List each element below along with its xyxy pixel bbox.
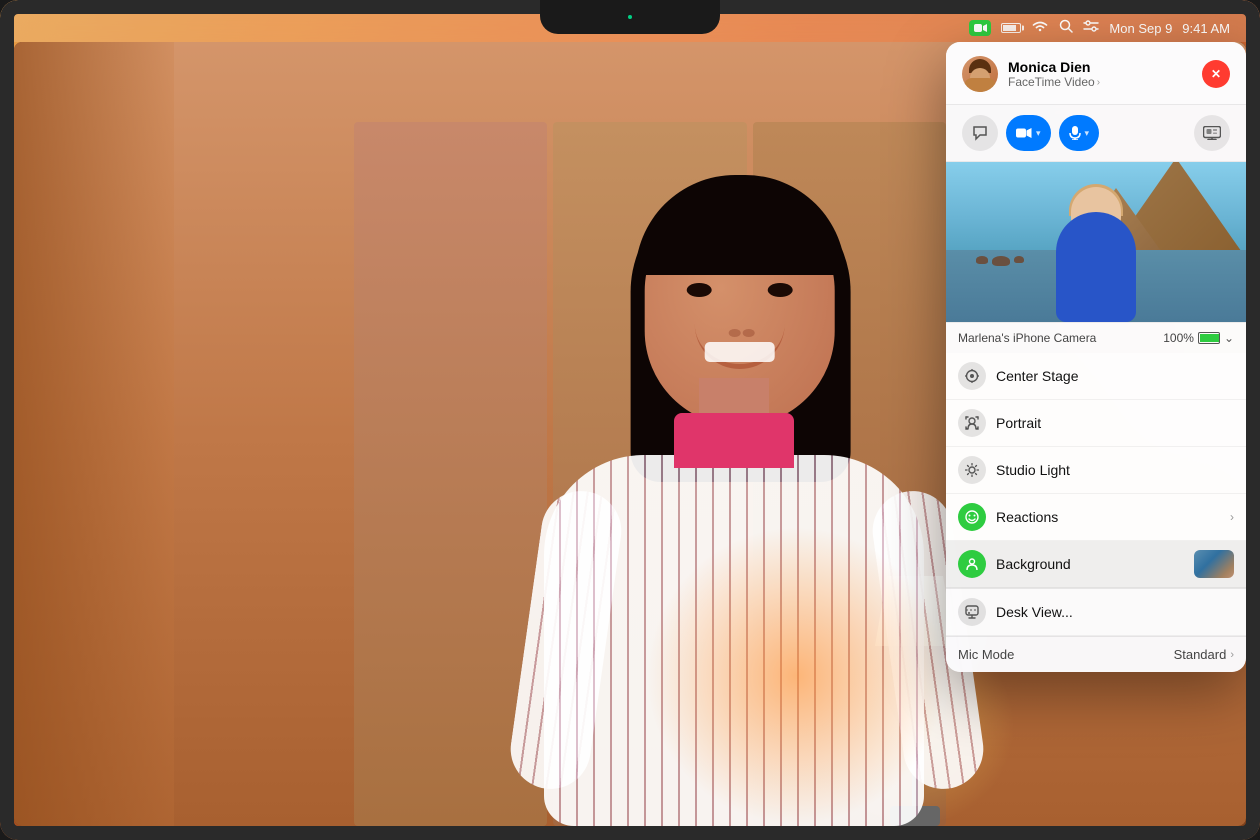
camera-info-bar: Marlena's iPhone Camera 100% ⌄ xyxy=(946,322,1246,353)
search-icon[interactable] xyxy=(1059,19,1073,38)
close-icon: ✕ xyxy=(1211,68,1221,80)
menu-item-desk-view[interactable]: Desk View... xyxy=(946,588,1246,636)
menu-item-reactions[interactable]: Reactions › xyxy=(946,494,1246,541)
person-teeth xyxy=(705,342,775,362)
mic-button[interactable]: ▾ xyxy=(1059,115,1100,151)
notch xyxy=(540,0,720,34)
person-shirt xyxy=(544,455,924,826)
mac-frame: Mon Sep 9 9:41 AM xyxy=(0,0,1260,840)
contact-name: Monica Dien xyxy=(1008,59,1192,75)
battery-percent: 100% xyxy=(1163,331,1194,345)
avatar-body xyxy=(964,78,996,92)
controls-row: ▾ ▾ xyxy=(946,105,1246,162)
camera-button[interactable]: ▾ xyxy=(1006,115,1051,151)
person-eye-right xyxy=(768,283,793,297)
menubar-battery xyxy=(1001,23,1021,33)
menubar-battery-icon xyxy=(1001,23,1021,33)
portrait-label: Portrait xyxy=(996,415,1234,431)
preview-person xyxy=(1051,182,1141,322)
camera-name: Marlena's iPhone Camera xyxy=(958,331,1096,345)
mic-icon xyxy=(1069,126,1081,140)
facetime-panel: Monica Dien FaceTime Video › ✕ xyxy=(946,42,1246,672)
studio-light-svg xyxy=(965,463,979,477)
preview-body xyxy=(1056,212,1136,322)
menu-item-portrait[interactable]: Portrait xyxy=(946,400,1246,447)
battery-icon xyxy=(1198,332,1220,344)
control-center-icon[interactable] xyxy=(1083,19,1099,38)
menu-item-studio-light[interactable]: Studio Light xyxy=(946,447,1246,494)
menubar-right: Mon Sep 9 9:41 AM xyxy=(969,19,1230,38)
menubar-date: Mon Sep 9 xyxy=(1109,21,1172,36)
mic-chevron: ▾ xyxy=(1085,128,1090,139)
facetime-video-label: FaceTime Video xyxy=(1008,75,1095,89)
portrait-icon xyxy=(958,409,986,437)
desk-view-svg xyxy=(965,605,979,619)
reactions-chevron: › xyxy=(1230,510,1234,524)
portrait-svg xyxy=(965,416,979,430)
video-effects-menu: Center Stage Portrait xyxy=(946,353,1246,588)
background-label: Background xyxy=(996,556,1184,572)
person-collar xyxy=(674,413,794,468)
background-icon xyxy=(958,550,986,578)
mic-mode-chevron: › xyxy=(1230,649,1234,661)
close-button[interactable]: ✕ xyxy=(1202,60,1230,88)
mic-mode-current: Standard xyxy=(1174,647,1227,662)
mic-mode-bar[interactable]: Mic Mode Standard › xyxy=(946,636,1246,672)
video-preview xyxy=(946,162,1246,322)
mic-mode-value: Standard › xyxy=(1174,647,1234,662)
camera-battery: 100% ⌄ xyxy=(1163,331,1234,345)
panel-header: Monica Dien FaceTime Video › ✕ xyxy=(946,42,1246,105)
person-hair-top xyxy=(635,175,845,275)
subtitle-chevron: › xyxy=(1097,77,1100,88)
menu-item-background[interactable]: Background xyxy=(946,541,1246,588)
background-svg xyxy=(965,557,979,571)
menu-item-center-stage[interactable]: Center Stage xyxy=(946,353,1246,400)
background-thumb-image xyxy=(1194,550,1234,578)
camera-expand-chevron[interactable]: ⌄ xyxy=(1224,331,1234,345)
menubar-time: 9:41 AM xyxy=(1182,21,1230,36)
message-icon xyxy=(972,125,988,141)
center-stage-label: Center Stage xyxy=(996,368,1234,384)
wifi-icon xyxy=(1031,19,1049,38)
camera-icon xyxy=(1016,127,1032,139)
room-curtain xyxy=(14,42,174,826)
battery-fill xyxy=(1200,334,1219,342)
reactions-svg xyxy=(965,510,979,524)
message-button[interactable] xyxy=(962,115,998,151)
contact-avatar xyxy=(962,56,998,92)
studio-light-label: Studio Light xyxy=(996,462,1234,478)
reactions-icon xyxy=(958,503,986,531)
person-in-video xyxy=(474,126,994,826)
center-stage-svg xyxy=(965,369,979,383)
person-eye-left xyxy=(686,283,711,297)
rock-3 xyxy=(1014,256,1024,263)
studio-light-icon xyxy=(958,456,986,484)
rock-2 xyxy=(992,256,1010,266)
background-thumbnail xyxy=(1194,550,1234,578)
contact-info: Monica Dien FaceTime Video › xyxy=(1008,59,1192,89)
camera-indicator xyxy=(626,13,634,21)
desk-view-label: Desk View... xyxy=(996,604,1234,620)
mic-mode-label: Mic Mode xyxy=(958,647,1014,662)
preview-rocks xyxy=(976,256,1024,266)
rock-1 xyxy=(976,256,988,264)
center-stage-icon xyxy=(958,362,986,390)
camera-chevron: ▾ xyxy=(1036,128,1041,139)
facetime-menubar-icon[interactable] xyxy=(969,20,991,36)
screen-share-button[interactable] xyxy=(1194,115,1230,151)
reactions-label: Reactions xyxy=(996,509,1220,525)
desk-view-icon xyxy=(958,598,986,626)
screen-share-icon xyxy=(1203,126,1221,140)
contact-subtitle: FaceTime Video › xyxy=(1008,75,1192,89)
